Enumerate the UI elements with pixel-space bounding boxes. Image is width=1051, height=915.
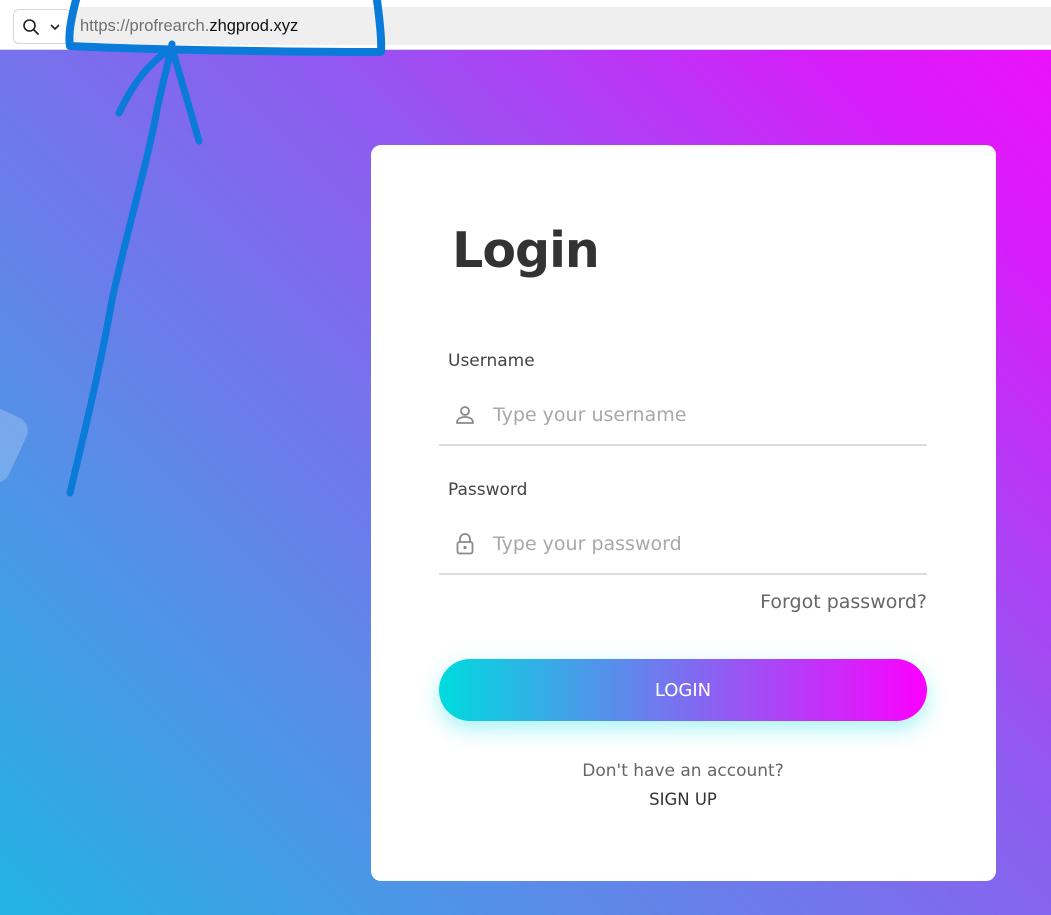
username-label: Username (448, 351, 535, 371)
search-icon (23, 18, 39, 35)
username-field-row (439, 386, 927, 446)
no-account-text: Don't have an account? (582, 761, 784, 781)
forgot-password-link[interactable]: Forgot password? (760, 591, 927, 613)
url-prefix: https://profrearch. (80, 16, 210, 35)
background-shape (0, 402, 33, 488)
login-button[interactable]: LOGIN (439, 659, 927, 721)
page-title: Login (452, 222, 600, 279)
password-label: Password (448, 480, 528, 500)
chevron-down-icon (50, 23, 60, 30)
username-input[interactable] (493, 404, 913, 426)
browser-toolbar: https://profrearch. zhgprod.xyz (0, 0, 1051, 50)
user-icon (456, 406, 474, 424)
search-engine-button[interactable] (13, 9, 71, 44)
password-field-row (439, 515, 927, 575)
lock-icon (456, 533, 474, 555)
signup-link[interactable]: SIGN UP (439, 790, 927, 809)
address-bar[interactable]: https://profrearch. zhgprod.xyz (72, 7, 1051, 45)
password-input[interactable] (493, 533, 913, 555)
url-domain: zhgprod.xyz (209, 16, 299, 35)
